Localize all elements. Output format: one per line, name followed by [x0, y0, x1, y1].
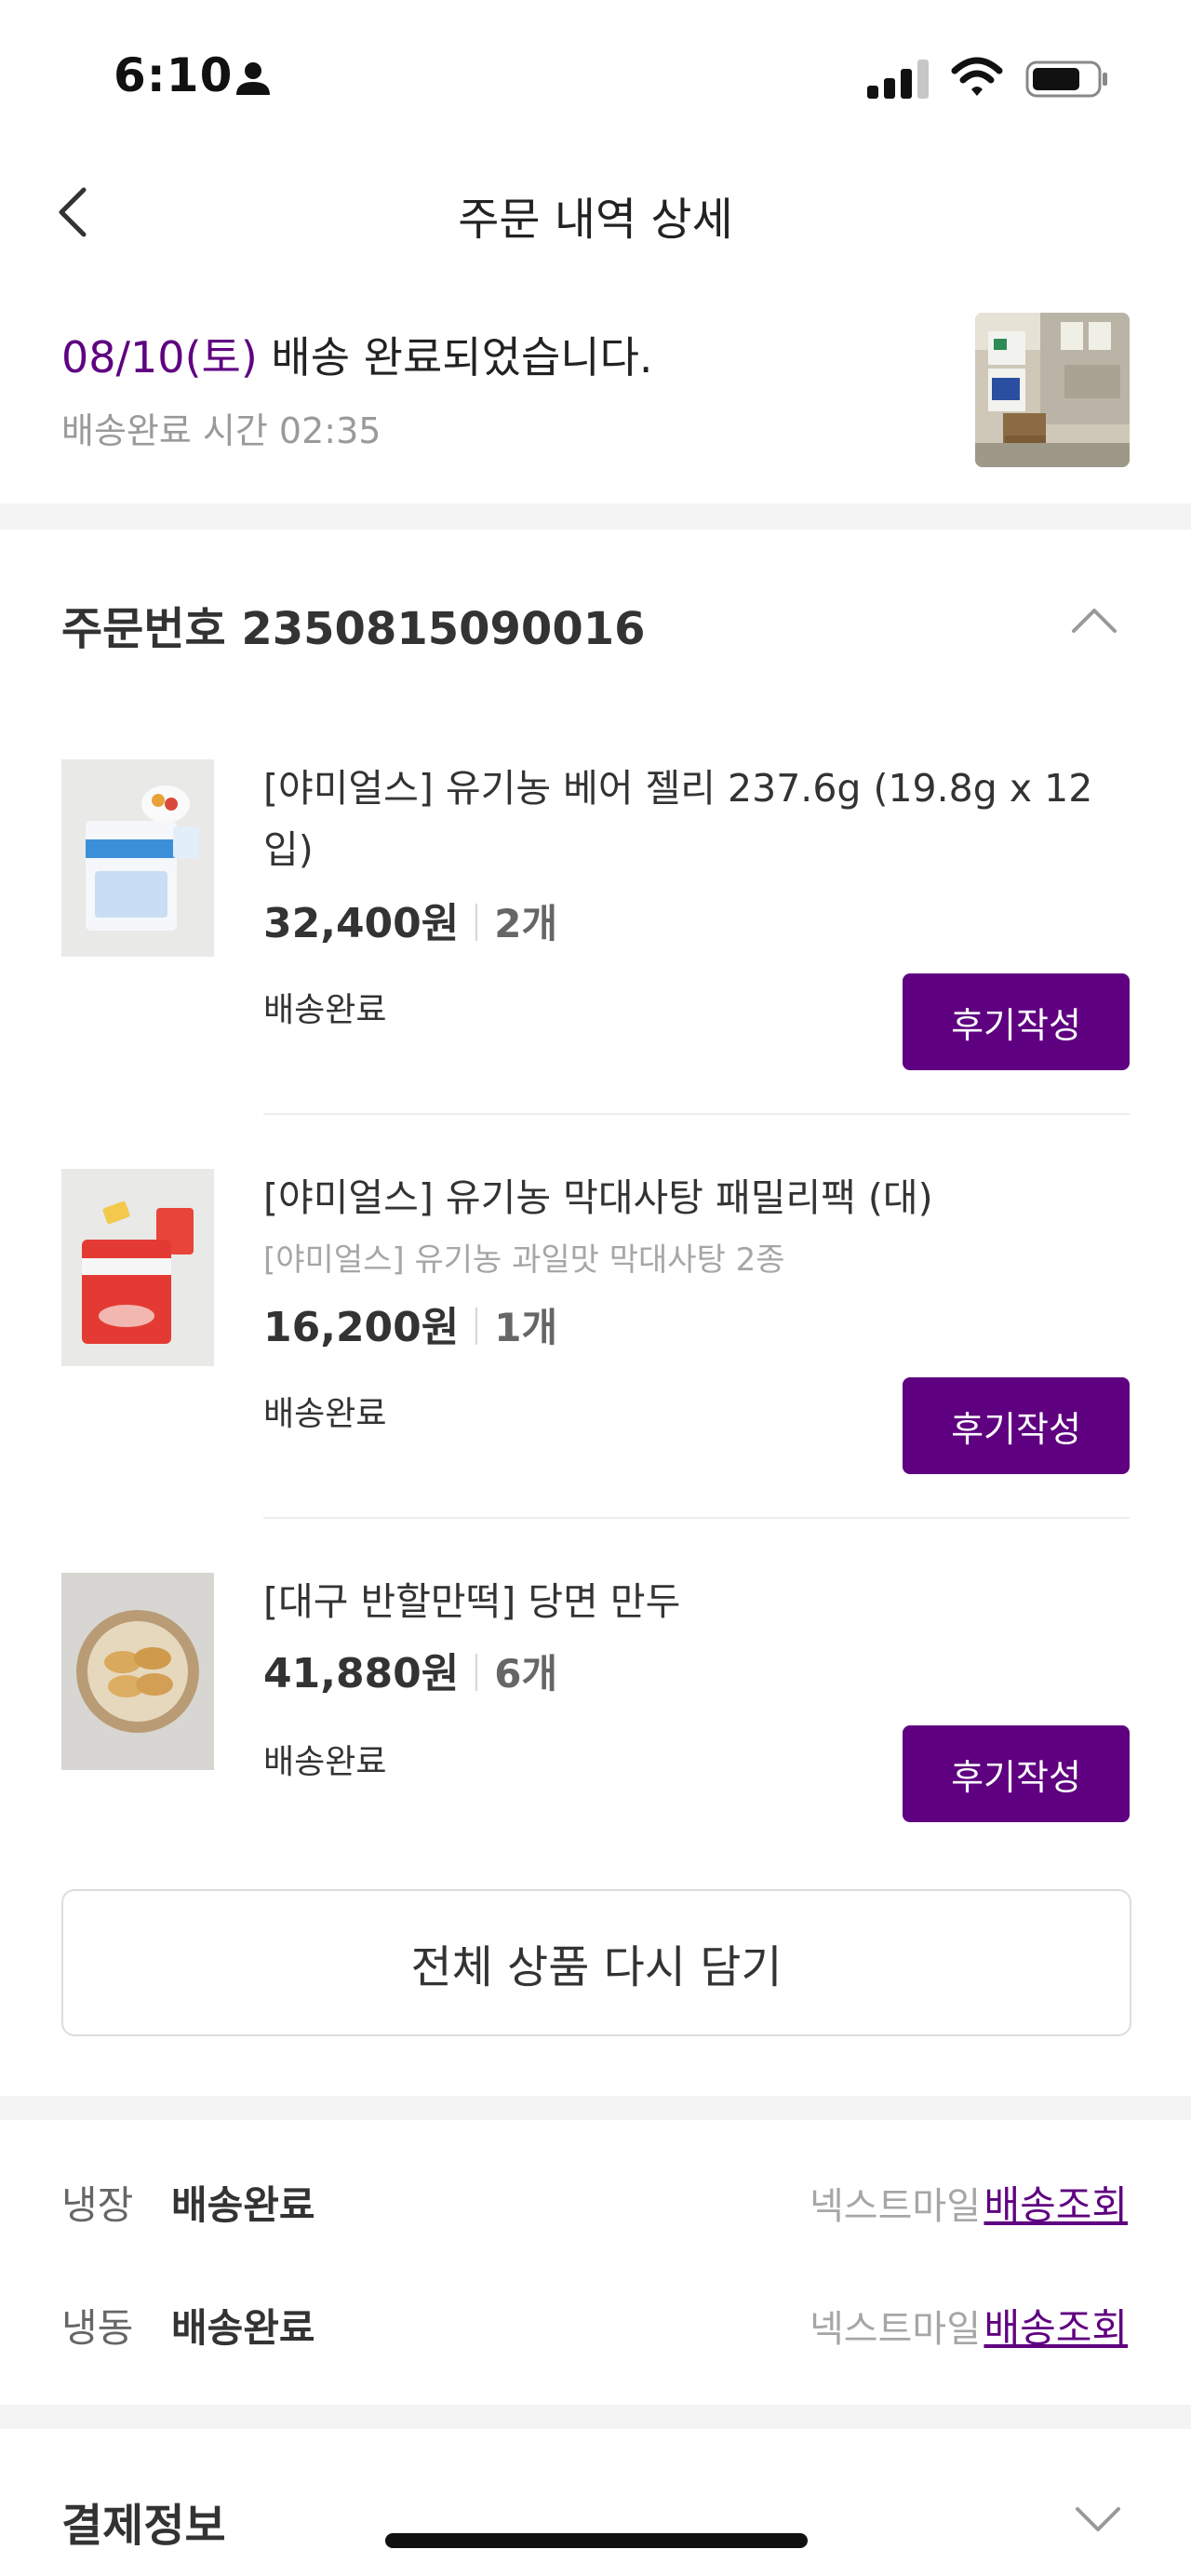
product-quantity: 1개 — [494, 1305, 558, 1350]
product-price: 16,200원 — [263, 1304, 460, 1351]
price-qty-separator — [475, 904, 478, 941]
product-price: 32,400원 — [263, 900, 460, 947]
shipping-status: 배송완료 — [171, 2305, 315, 2351]
section-divider — [0, 2405, 1191, 2429]
product-name[interactable]: [야미얼스] 유기농 막대사탕 패밀리팩 (대) — [263, 1167, 1119, 1228]
product-quantity: 6개 — [494, 1651, 558, 1697]
track-shipment-link[interactable]: 배송조회 — [984, 2174, 1128, 2231]
shipping-status: 배송완료 — [171, 2182, 315, 2228]
item-divider — [263, 1113, 1130, 1115]
shipping-carrier: 넥스트마일 — [810, 2308, 981, 2351]
order-number: 주문번호 2350815090016 — [61, 603, 646, 655]
page-title: 주문 내역 상세 — [458, 194, 733, 246]
battery-icon — [1025, 60, 1107, 98]
product-thumbnail[interactable] — [61, 1169, 214, 1366]
product-price: 41,880원 — [263, 1650, 460, 1697]
reorder-all-button[interactable]: 전체 상품 다시 담기 — [61, 1889, 1131, 2036]
track-shipment-link[interactable]: 배송조회 — [984, 2297, 1128, 2354]
product-option: [야미얼스] 유기농 과일맛 막대사탕 2종 — [263, 1241, 785, 1279]
product-price-row: 16,200원 1개 — [263, 1294, 557, 1353]
delivery-photo[interactable] — [975, 313, 1130, 467]
delivery-time: 배송완료 시간 02:35 — [61, 410, 381, 451]
chevron-down-icon[interactable] — [1074, 2503, 1122, 2537]
product-thumbnail[interactable] — [61, 1573, 214, 1770]
product-price-row: 32,400원 2개 — [263, 890, 557, 949]
delivery-message: 08/10(토) 배송 완료되었습니다. — [61, 324, 653, 385]
product-name[interactable]: [대구 반할만떡] 당면 만두 — [263, 1571, 1119, 1632]
status-time: 6:10 — [114, 48, 234, 102]
product-name[interactable]: [야미얼스] 유기농 베어 젤리 237.6g (19.8g x 12입) — [263, 758, 1119, 880]
write-review-button[interactable]: 후기작성 — [903, 1725, 1130, 1822]
signal-icon — [867, 60, 929, 99]
write-review-button[interactable]: 후기작성 — [903, 973, 1130, 1070]
person-icon — [236, 62, 270, 95]
section-divider — [0, 2096, 1191, 2120]
write-review-button[interactable]: 후기작성 — [903, 1377, 1130, 1474]
shipping-type: 냉동 — [61, 2305, 134, 2351]
price-qty-separator — [475, 1654, 478, 1691]
product-quantity: 2개 — [494, 901, 558, 946]
product-status: 배송완료 — [263, 1395, 387, 1433]
item-divider — [263, 1517, 1130, 1519]
wifi-icon — [951, 57, 1003, 96]
product-status: 배송완료 — [263, 991, 387, 1029]
delivery-message-text: 배송 완료되었습니다. — [257, 332, 653, 382]
shipping-carrier: 넥스트마일 — [810, 2185, 981, 2228]
payment-info-title[interactable]: 결제정보 — [61, 2489, 226, 2554]
product-price-row: 41,880원 6개 — [263, 1640, 557, 1699]
section-divider — [0, 503, 1191, 530]
home-indicator[interactable] — [385, 2533, 808, 2548]
chevron-up-icon[interactable] — [1070, 603, 1118, 637]
delivery-date: 08/10(토) — [61, 332, 258, 382]
product-thumbnail[interactable] — [61, 759, 214, 957]
shipping-type: 냉장 — [61, 2182, 134, 2228]
product-status: 배송완료 — [263, 1743, 387, 1781]
price-qty-separator — [475, 1308, 478, 1345]
